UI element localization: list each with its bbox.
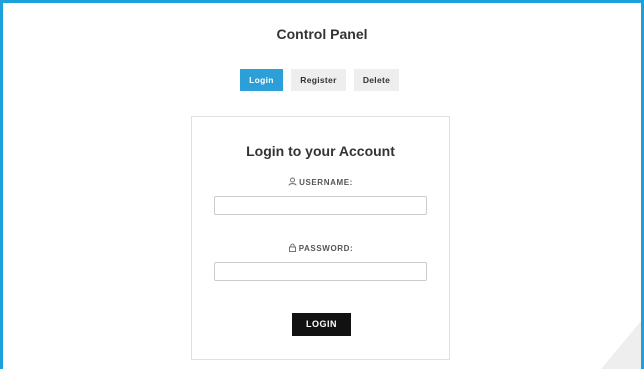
password-label: PASSWORD:: [298, 244, 354, 253]
corner-decoration: [601, 321, 641, 369]
login-card: Login to your Account USERNAME: PASSWORD…: [191, 116, 450, 360]
username-label: USERNAME:: [299, 178, 353, 187]
tab-login[interactable]: Login: [240, 69, 283, 91]
password-input[interactable]: [214, 262, 427, 281]
password-label-row: PASSWORD:: [192, 243, 449, 253]
user-icon: [288, 177, 297, 186]
username-input[interactable]: [214, 196, 427, 215]
app-window: Control Panel Login Register Delete Logi…: [0, 0, 644, 369]
tab-delete[interactable]: Delete: [354, 69, 399, 91]
login-heading: Login to your Account: [246, 143, 395, 159]
login-button[interactable]: LOGIN: [292, 313, 351, 336]
lock-icon: [288, 243, 297, 252]
username-label-row: USERNAME:: [192, 177, 449, 187]
tab-bar: Login Register Delete: [240, 69, 399, 91]
tab-register[interactable]: Register: [291, 69, 346, 91]
page-title: Control Panel: [276, 26, 368, 42]
